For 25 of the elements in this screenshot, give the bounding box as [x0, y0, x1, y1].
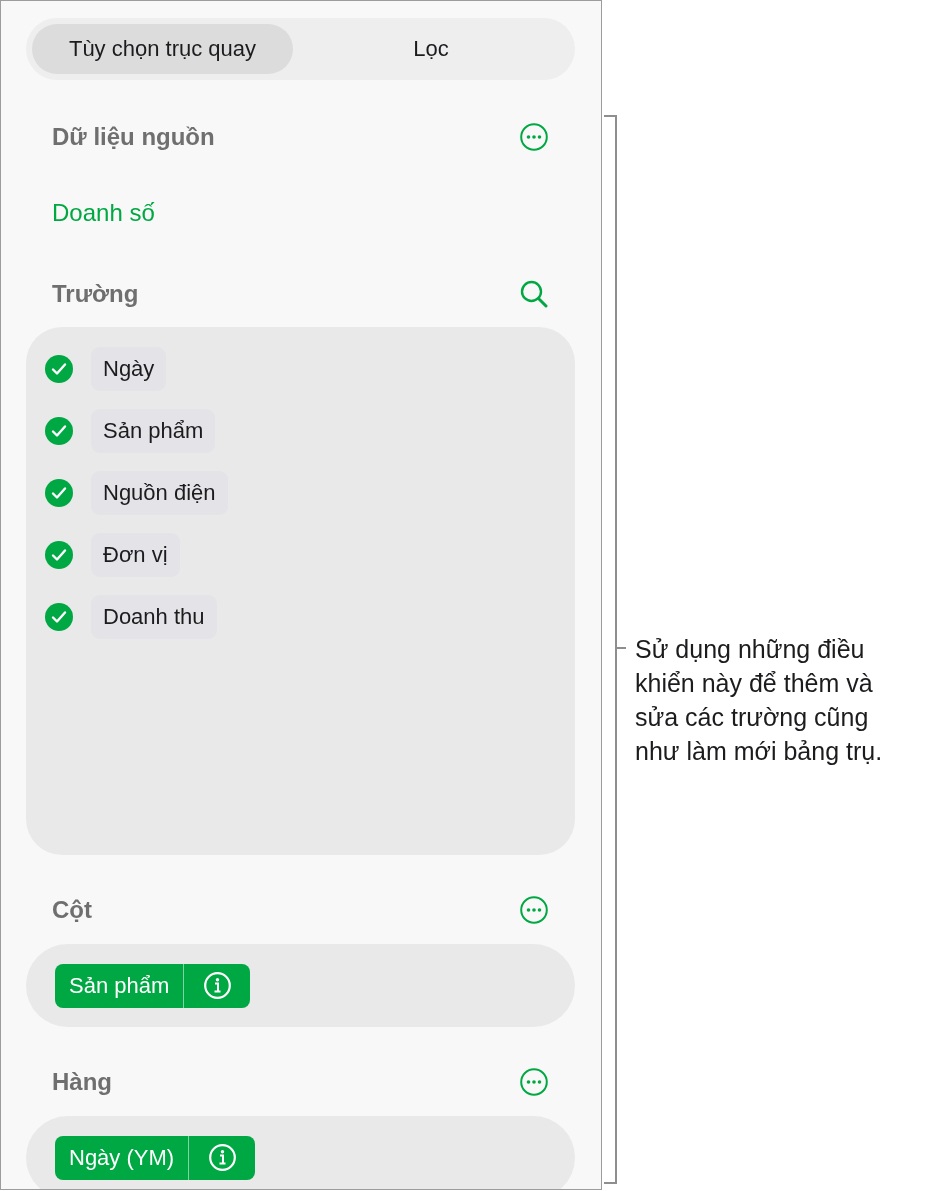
section-heading: Dữ liệu nguồn	[52, 123, 215, 151]
field-tag[interactable]: Sản phẩm	[91, 409, 216, 453]
check-circle-icon[interactable]	[45, 541, 73, 569]
info-button[interactable]	[183, 963, 251, 1008]
check-circle-icon[interactable]	[45, 355, 73, 383]
section-heading: Trường	[52, 280, 139, 308]
info-button[interactable]	[188, 1135, 256, 1180]
field-tag[interactable]: Doanh thu	[91, 595, 217, 639]
more-icon[interactable]	[520, 1068, 548, 1096]
more-icon[interactable]	[520, 123, 548, 151]
tab[interactable]: Tùy chọn trục quay	[32, 24, 293, 74]
info-icon	[203, 972, 231, 999]
callout-text: Sử dụng những điều khiển này để thêm và sửa các trường cũng như làm mới bảng trụ.	[635, 634, 884, 767]
field-tag[interactable]: Nguồn điện	[91, 471, 228, 515]
field-tag[interactable]: Đơn vị	[91, 533, 180, 577]
search-icon[interactable]	[520, 280, 548, 308]
check-circle-icon[interactable]	[45, 417, 73, 445]
section-heading: Cột	[52, 896, 92, 924]
section-heading: Hàng	[52, 1068, 112, 1096]
tab[interactable]: Lọc	[293, 24, 569, 74]
check-circle-icon[interactable]	[45, 603, 73, 631]
info-icon	[208, 1144, 236, 1171]
check-circle-icon[interactable]	[45, 479, 73, 507]
more-icon[interactable]	[520, 896, 548, 924]
field-tag[interactable]: Ngày	[91, 347, 167, 391]
